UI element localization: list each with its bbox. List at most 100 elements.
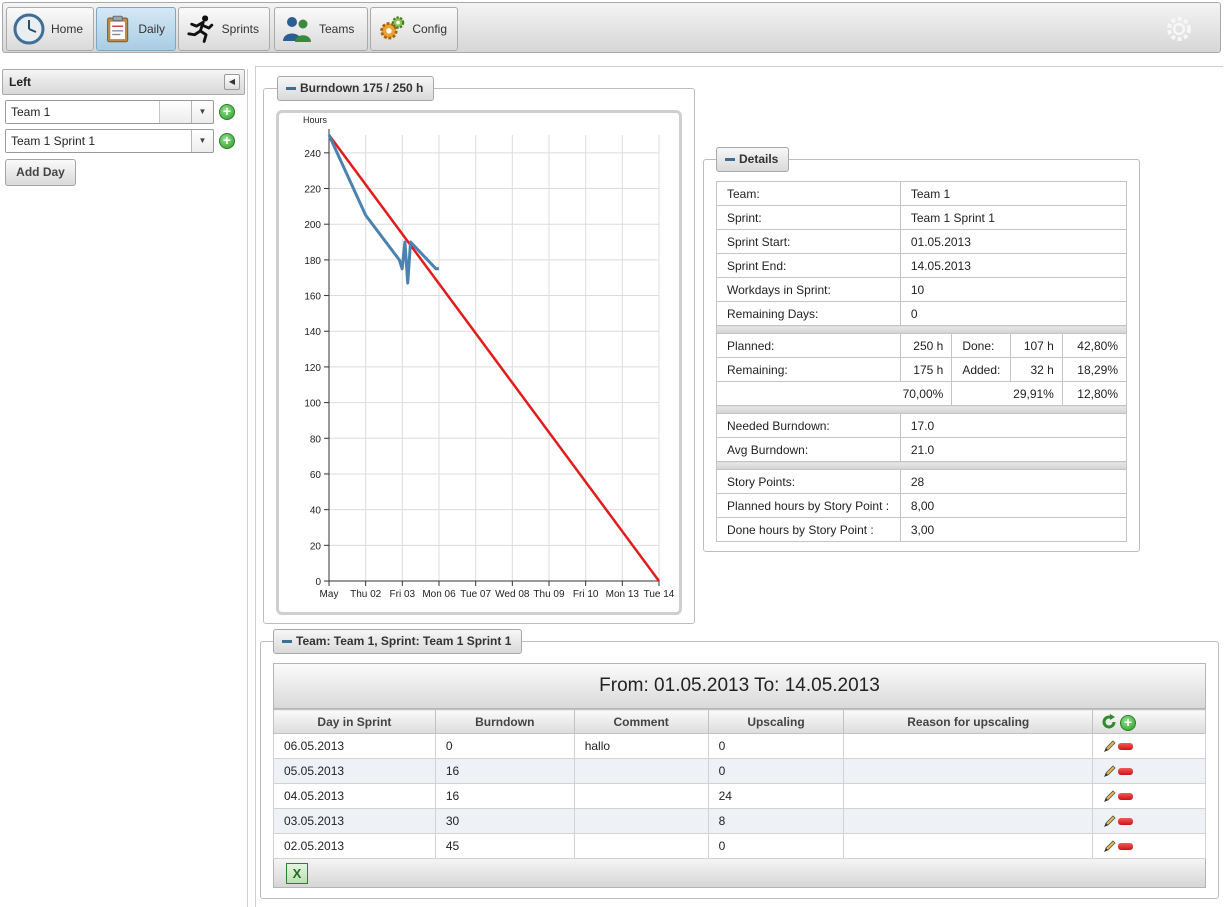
delete-row-icon[interactable] bbox=[1118, 817, 1134, 825]
nav-teams-button[interactable]: Teams bbox=[274, 7, 368, 51]
settings-gear-icon[interactable] bbox=[1166, 16, 1192, 42]
edit-pencil-icon[interactable] bbox=[1103, 764, 1117, 778]
table-row[interactable]: 06.05.2013 0 hallo 0 bbox=[273, 733, 1206, 759]
details-value: 42,80% bbox=[1061, 333, 1128, 358]
ideal-burndown-line bbox=[327, 134, 661, 582]
details-value: 01.05.2013 bbox=[899, 229, 1128, 254]
column-header-day[interactable]: Day in Sprint bbox=[273, 709, 436, 734]
add-sprint-icon[interactable]: + bbox=[219, 133, 235, 149]
details-label: Planned: bbox=[716, 333, 901, 358]
cell-comment bbox=[573, 758, 709, 784]
cell-comment bbox=[573, 833, 709, 859]
nav-sprints-label: Sprints bbox=[221, 22, 259, 36]
column-header-comment[interactable]: Comment bbox=[573, 709, 709, 734]
edit-pencil-icon[interactable] bbox=[1103, 739, 1117, 753]
sprint-select-value: Team 1 Sprint 1 bbox=[6, 130, 192, 152]
delete-row-icon[interactable] bbox=[1118, 792, 1134, 800]
y-tick-label: 200 bbox=[304, 220, 321, 231]
table-row[interactable]: 05.05.2013 16 0 bbox=[273, 758, 1206, 784]
edit-pencil-icon[interactable] bbox=[1103, 839, 1117, 853]
chevron-down-icon[interactable]: ▼ bbox=[191, 101, 213, 123]
sprint-days-legend[interactable]: Team: Team 1, Sprint: Team 1 Sprint 1 bbox=[273, 629, 523, 654]
details-legend[interactable]: Details bbox=[716, 147, 790, 172]
table-header-row: Day in Sprint Burndown Comment Upscaling… bbox=[273, 709, 1206, 734]
details-table: Team: Team 1 Sprint: Team 1 Sprint 1 Sprin… bbox=[715, 181, 1128, 542]
x-tick-label: Thu 02 bbox=[350, 589, 382, 600]
details-row: Story Points: 28 bbox=[716, 469, 1128, 494]
days-table: Day in Sprint Burndown Comment Upscaling… bbox=[273, 709, 1206, 859]
cell-day: 06.05.2013 bbox=[273, 733, 436, 759]
column-header-upscaling[interactable]: Upscaling bbox=[707, 709, 845, 734]
nav-config-button[interactable]: Config bbox=[370, 7, 458, 51]
table-row[interactable]: 02.05.2013 45 0 bbox=[273, 833, 1206, 859]
x-tick-label: Tue 07 bbox=[460, 589, 491, 600]
left-panel-header: Left ◀ bbox=[2, 69, 245, 95]
details-row: Workdays in Sprint: 10 bbox=[716, 277, 1128, 302]
burndown-legend-text: Burndown 175 / 250 h bbox=[300, 81, 424, 95]
details-value: 8,00 bbox=[899, 493, 1128, 518]
y-tick-label: 240 bbox=[304, 149, 321, 160]
add-team-icon[interactable]: + bbox=[219, 104, 235, 120]
edit-pencil-icon[interactable] bbox=[1103, 814, 1117, 828]
details-row: Done hours by Story Point :3,00 bbox=[716, 517, 1128, 542]
cell-actions bbox=[1092, 833, 1206, 859]
details-row: Sprint: Team 1 Sprint 1 bbox=[716, 205, 1128, 230]
cell-actions bbox=[1092, 733, 1206, 759]
nav-home-button[interactable]: Home bbox=[6, 7, 94, 51]
delete-row-icon[interactable] bbox=[1118, 742, 1134, 750]
details-label: Remaining: bbox=[716, 357, 901, 382]
y-tick-label: 180 bbox=[304, 256, 321, 267]
details-label: Team: bbox=[716, 181, 901, 206]
collapse-left-button[interactable]: ◀ bbox=[224, 74, 240, 90]
excel-export-icon[interactable]: X bbox=[286, 863, 308, 884]
details-row: Sprint End: 14.05.2013 bbox=[716, 253, 1128, 278]
details-value: 10 bbox=[899, 277, 1128, 302]
left-panel-title: Left bbox=[9, 75, 31, 89]
add-row-icon[interactable]: + bbox=[1120, 715, 1137, 732]
cell-upscaling: 0 bbox=[707, 833, 845, 859]
refresh-icon[interactable] bbox=[1101, 713, 1117, 730]
details-row-planned: Planned: 250 h Done: 107 h 42,80% bbox=[716, 333, 1128, 358]
nav-sprints-button[interactable]: Sprints bbox=[178, 7, 270, 51]
details-value: 0 bbox=[899, 301, 1128, 326]
table-row[interactable]: 03.05.2013 30 8 bbox=[273, 808, 1206, 834]
cell-comment: hallo bbox=[573, 733, 709, 759]
add-day-button[interactable]: Add Day bbox=[5, 159, 76, 186]
details-label: Remaining Days: bbox=[716, 301, 901, 326]
table-row[interactable]: 04.05.2013 16 24 bbox=[273, 783, 1206, 809]
clock-icon bbox=[13, 13, 45, 45]
cell-day: 02.05.2013 bbox=[273, 833, 436, 859]
column-header-burndown[interactable]: Burndown bbox=[434, 709, 575, 734]
edit-pencil-icon[interactable] bbox=[1103, 789, 1117, 803]
column-header-reason[interactable]: Reason for upscaling bbox=[843, 709, 1094, 734]
delete-row-icon[interactable] bbox=[1118, 767, 1134, 775]
nav-teams-label: Teams bbox=[319, 22, 355, 36]
x-tick-label: Tue 14 bbox=[644, 589, 675, 600]
details-label: Added: bbox=[951, 357, 1012, 382]
y-tick-label: 0 bbox=[315, 577, 321, 588]
main-toolbar: Home Daily Sprints Teams Config bbox=[2, 2, 1221, 53]
cell-burndown: 45 bbox=[434, 833, 575, 859]
sprint-days-legend-text: Team: Team 1, Sprint: Team 1 Sprint 1 bbox=[296, 634, 512, 648]
details-value: 21.0 bbox=[899, 437, 1128, 462]
cell-burndown: 0 bbox=[434, 733, 575, 759]
cell-day: 03.05.2013 bbox=[273, 808, 436, 834]
cell-actions bbox=[1092, 758, 1206, 784]
sprint-select[interactable]: Team 1 Sprint 1 ▼ bbox=[5, 129, 214, 153]
grid-footer: X bbox=[273, 859, 1206, 888]
y-tick-label: 60 bbox=[310, 470, 322, 481]
team-select[interactable]: Team 1 ▼ bbox=[5, 100, 214, 124]
y-tick-label: 220 bbox=[304, 185, 321, 196]
details-separator bbox=[716, 405, 1127, 414]
delete-row-icon[interactable] bbox=[1118, 842, 1134, 850]
x-tick-label: Wed 08 bbox=[495, 589, 530, 600]
nav-daily-button[interactable]: Daily bbox=[96, 7, 176, 51]
cell-comment bbox=[573, 808, 709, 834]
chevron-down-icon[interactable]: ▼ bbox=[191, 130, 213, 152]
details-value: Team 1 bbox=[899, 181, 1128, 206]
burndown-legend[interactable]: Burndown 175 / 250 h bbox=[277, 76, 435, 101]
y-tick-label: 120 bbox=[304, 363, 321, 374]
details-value: 18,29% bbox=[1061, 357, 1128, 382]
chevron-left-icon: ◀ bbox=[228, 77, 236, 86]
cell-day: 04.05.2013 bbox=[273, 783, 436, 809]
